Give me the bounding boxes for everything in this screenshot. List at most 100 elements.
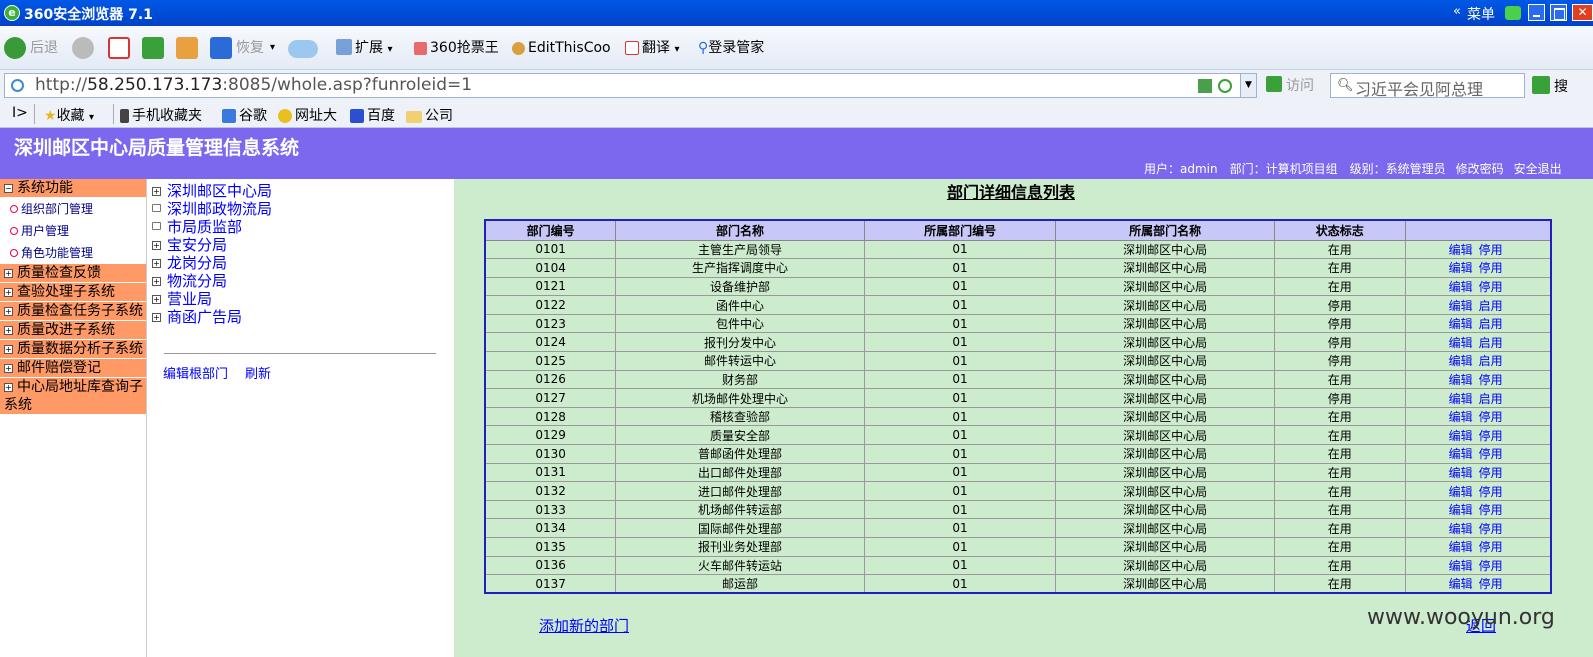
visit-button[interactable]: 访问 <box>1286 75 1314 95</box>
menu-quality-task[interactable]: + 质量检查任务子系统 <box>0 302 146 321</box>
tree-node[interactable]: + 龙岗分局 <box>152 254 227 272</box>
search-engine-icon[interactable] <box>1532 76 1550 94</box>
back-arrow-icon[interactable] <box>4 37 26 59</box>
translate-button[interactable]: 翻译 ▾ <box>625 36 679 60</box>
submenu-users[interactable]: 用户管理 <box>0 220 146 242</box>
edit-link[interactable]: 编辑 <box>1449 299 1473 313</box>
url-text[interactable]: http://58.250.173.173:8085/whole.asp?fun… <box>35 75 472 95</box>
edit-link[interactable]: 编辑 <box>1449 429 1473 443</box>
tree-node[interactable]: + 深圳邮区中心局 <box>152 182 272 200</box>
toggle-status-link[interactable]: 启用 <box>1479 299 1503 313</box>
menu-data-analysis[interactable]: + 质量数据分析子系统 <box>0 340 146 359</box>
tree-node-link[interactable]: 深圳邮区中心局 <box>167 182 272 200</box>
restore-button[interactable]: 恢复 <box>236 36 264 60</box>
edit-link[interactable]: 编辑 <box>1449 261 1473 275</box>
fav-folder-company[interactable]: 公司 <box>406 105 453 125</box>
toggle-status-link[interactable]: 停用 <box>1479 280 1503 294</box>
add-new-dept-link[interactable]: 添加新的部门 <box>539 615 629 636</box>
tree-node-link[interactable]: 宝安分局 <box>167 236 227 254</box>
qr-code-icon[interactable] <box>1198 79 1212 93</box>
toggle-status-link[interactable]: 停用 <box>1479 577 1503 591</box>
refresh-icon[interactable] <box>142 37 164 59</box>
visit-arrow-icon[interactable] <box>1266 76 1282 92</box>
favorites-button[interactable]: ★收藏 ▾ <box>44 105 94 125</box>
menu-inspection[interactable]: + 查验处理子系统 <box>0 283 146 302</box>
toggle-status-link[interactable]: 停用 <box>1479 522 1503 536</box>
address-bar[interactable]: http://58.250.173.173:8085/whole.asp?fun… <box>4 73 1257 98</box>
expand-icon[interactable]: + <box>152 241 161 250</box>
tree-node-link[interactable]: 市局质监部 <box>167 218 242 236</box>
toggle-status-link[interactable]: 停用 <box>1479 540 1503 554</box>
expand-icon[interactable]: + <box>152 187 161 196</box>
safe-exit-link[interactable]: 安全退出 <box>1514 162 1562 176</box>
toggle-status-link[interactable]: 启用 <box>1479 392 1503 406</box>
menu-quality-feedback[interactable]: + 质量检查反馈 <box>0 264 146 283</box>
tree-node[interactable]: 深圳邮政物流局 <box>152 200 272 218</box>
search-box[interactable]: 🔍︎ 习近平会见阿总理 <box>1330 73 1525 100</box>
home-icon[interactable] <box>176 37 198 59</box>
edit-link[interactable]: 编辑 <box>1449 447 1473 461</box>
toggle-status-link[interactable]: 停用 <box>1479 466 1503 480</box>
edit-link[interactable]: 编辑 <box>1449 485 1473 499</box>
tree-node-link[interactable]: 深圳邮政物流局 <box>167 200 272 218</box>
restore-window-button[interactable] <box>1550 4 1567 21</box>
toggle-status-link[interactable]: 停用 <box>1479 429 1503 443</box>
collapse-arrows-icon[interactable]: « <box>1453 4 1461 19</box>
fav-item-baidu[interactable]: 百度 <box>350 105 395 125</box>
search-button[interactable]: 搜 <box>1554 76 1568 96</box>
fav-item-mobile[interactable]: 手机收藏夹 <box>120 105 202 125</box>
submenu-link[interactable]: 组织部门管理 <box>21 202 93 216</box>
submenu-roles[interactable]: 角色功能管理 <box>0 242 146 264</box>
skin-shirt-icon[interactable] <box>1505 6 1521 20</box>
login-manager-button[interactable]: ⚲登录管家 <box>698 36 764 60</box>
restore-dropdown-icon[interactable]: ▾ <box>270 36 275 60</box>
menu-quality-improve[interactable]: + 质量改进子系统 <box>0 321 146 340</box>
edit-link[interactable]: 编辑 <box>1449 410 1473 424</box>
edit-link[interactable]: 编辑 <box>1449 522 1473 536</box>
tree-node-link[interactable]: 商函广告局 <box>167 308 242 326</box>
toggle-status-link[interactable]: 停用 <box>1479 503 1503 517</box>
fav-item-google[interactable]: 谷歌 <box>222 105 267 125</box>
edit-root-dept-link[interactable]: 编辑根部门 <box>163 363 228 382</box>
toggle-status-link[interactable]: 启用 <box>1479 336 1503 350</box>
edit-link[interactable]: 编辑 <box>1449 354 1473 368</box>
edit-link[interactable]: 编辑 <box>1449 336 1473 350</box>
close-window-button[interactable]: ✕ <box>1572 4 1593 21</box>
extend-button[interactable]: 扩展 ▾ <box>336 36 392 60</box>
ticket-button[interactable]: 360抢票王 <box>414 36 499 60</box>
edit-link[interactable]: 编辑 <box>1449 540 1473 554</box>
tree-node-link[interactable]: 物流分局 <box>167 272 227 290</box>
browser-menu-button[interactable]: 菜单 <box>1467 4 1495 24</box>
submenu-link[interactable]: 角色功能管理 <box>21 246 93 260</box>
toggle-status-link[interactable]: 停用 <box>1479 410 1503 424</box>
expand-icon[interactable]: + <box>152 277 161 286</box>
tree-node[interactable]: + 营业局 <box>152 290 212 308</box>
tree-node[interactable]: + 宝安分局 <box>152 236 227 254</box>
refresh-link[interactable]: 刷新 <box>245 363 271 382</box>
tree-node[interactable]: + 物流分局 <box>152 272 227 290</box>
edit-link[interactable]: 编辑 <box>1449 503 1473 517</box>
cloud-icon[interactable] <box>288 40 318 58</box>
edit-link[interactable]: 编辑 <box>1449 577 1473 591</box>
sidebar-toggle[interactable]: I> <box>12 105 28 121</box>
toggle-status-link[interactable]: 停用 <box>1479 373 1503 387</box>
minimize-button[interactable] <box>1528 4 1545 21</box>
edit-link[interactable]: 编辑 <box>1449 243 1473 257</box>
edit-link[interactable]: 编辑 <box>1449 466 1473 480</box>
search-input[interactable]: 习近平会见阿总理 <box>1355 76 1483 100</box>
expand-icon[interactable]: + <box>152 313 161 322</box>
toggle-status-link[interactable]: 停用 <box>1479 559 1503 573</box>
toggle-status-link[interactable]: 停用 <box>1479 447 1503 461</box>
tree-node[interactable]: 市局质监部 <box>152 218 242 236</box>
change-password-link[interactable]: 修改密码 <box>1456 162 1504 176</box>
expand-icon[interactable]: + <box>152 259 161 268</box>
edit-link[interactable]: 编辑 <box>1449 317 1473 331</box>
menu-system-function[interactable]: − 系统功能 <box>0 179 146 198</box>
speed-mode-icon[interactable] <box>1218 79 1232 93</box>
forward-arrow-icon[interactable] <box>72 37 94 59</box>
menu-address-query[interactable]: + 中心局地址库查询子系统 <box>0 378 146 415</box>
stop-icon[interactable] <box>108 37 130 59</box>
menu-compensation[interactable]: + 邮件赔偿登记 <box>0 359 146 378</box>
toggle-status-link[interactable]: 停用 <box>1479 261 1503 275</box>
toggle-status-link[interactable]: 启用 <box>1479 317 1503 331</box>
